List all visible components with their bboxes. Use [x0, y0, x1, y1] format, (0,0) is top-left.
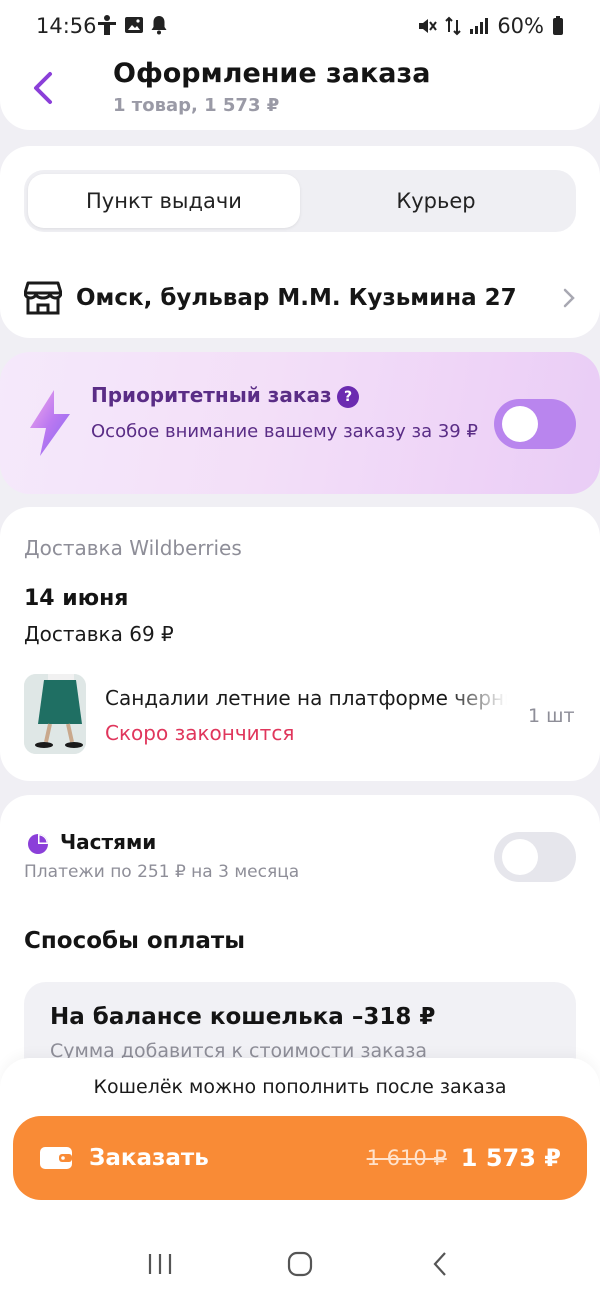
product-name[interactable]: Сандалии летние на платформе черные	[105, 686, 507, 710]
data-arrows-icon	[445, 16, 462, 36]
priority-title: Приоритетный заказ	[91, 383, 332, 407]
priority-toggle[interactable]	[494, 399, 576, 449]
status-notification-icons	[96, 14, 168, 36]
sandals-photo-icon	[24, 674, 86, 754]
delivery-source: Доставка Wildberries	[24, 536, 242, 560]
accessibility-icon	[98, 15, 116, 35]
store-icon	[24, 281, 62, 315]
installments-title: Частями	[60, 830, 157, 854]
mute-icon	[419, 19, 438, 33]
chevron-right-icon	[563, 288, 575, 308]
image-icon	[125, 17, 143, 33]
wallet-balance: На балансе кошелька –318 ₽	[50, 1004, 436, 1030]
tab-courier[interactable]: Курьер	[300, 174, 572, 228]
pie-chart-icon	[28, 834, 48, 854]
toggle-knob	[502, 839, 538, 875]
order-button[interactable]: Заказать 1 610 ₽ 1 573 ₽	[13, 1116, 587, 1200]
page-title: Оформление заказа	[113, 58, 431, 89]
wallet-topup-note: Кошелёк можно пополнить после заказа	[93, 1076, 507, 1098]
recents-icon	[148, 1254, 172, 1274]
system-nav-bar	[0, 1236, 600, 1292]
delivery-date: 14 июня	[24, 586, 129, 611]
tab-pickup-point[interactable]: Пункт выдачи	[28, 174, 300, 228]
home-icon	[287, 1251, 313, 1277]
stock-warning: Скоро закончится	[105, 721, 295, 745]
system-back-button[interactable]	[410, 1239, 470, 1289]
help-icon[interactable]: ?	[337, 386, 359, 408]
address-row[interactable]: Омск, бульвар М.М. Кузьмина 27	[24, 276, 576, 320]
priority-description: Особое внимание вашему заказу за 39 ₽	[91, 421, 478, 442]
back-chevron-icon	[433, 1252, 446, 1276]
installments-description: Платежи по 251 ₽ на 3 месяца	[24, 862, 300, 882]
page-subtitle: 1 товар, 1 573 ₽	[113, 95, 280, 116]
installments-toggle[interactable]	[494, 832, 576, 882]
pickup-address: Омск, бульвар М.М. Кузьмина 27	[76, 285, 517, 311]
product-quantity: 1 шт	[528, 705, 575, 727]
back-arrow-icon[interactable]	[28, 70, 60, 106]
bell-icon	[151, 16, 167, 35]
status-time: 14:56	[36, 14, 97, 38]
toggle-knob	[502, 406, 538, 442]
battery-percent: 60%	[497, 14, 544, 38]
payment-methods-title: Способы оплаты	[24, 928, 246, 954]
delivery-cost: Доставка 69 ₽	[24, 622, 174, 646]
home-button[interactable]	[270, 1239, 330, 1289]
recents-button[interactable]	[130, 1239, 190, 1289]
product-image[interactable]	[24, 674, 86, 754]
wallet-icon	[40, 1147, 72, 1169]
status-right-icons: 60%	[417, 14, 564, 38]
order-button-label: Заказать	[89, 1145, 209, 1171]
lightning-icon	[30, 390, 70, 456]
old-price: 1 610 ₽	[366, 1146, 447, 1170]
delivery-tabs: Пункт выдачи Курьер	[24, 170, 576, 232]
total-price: 1 573 ₽	[460, 1144, 561, 1172]
battery-icon	[553, 16, 563, 35]
signal-icon	[470, 18, 489, 34]
